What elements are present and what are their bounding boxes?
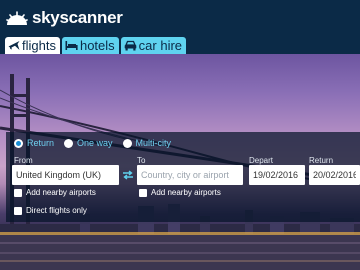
vertical-tabs: flights hotels car hire bbox=[5, 37, 187, 54]
tab-hotels[interactable]: hotels bbox=[61, 37, 119, 54]
logo[interactable]: skyscanner bbox=[6, 8, 123, 28]
swap-arrows-icon[interactable] bbox=[122, 169, 134, 181]
add-nearby-from-checkbox[interactable]: Add nearby airports bbox=[14, 188, 96, 197]
return-label: Return bbox=[309, 156, 334, 165]
tab-flights[interactable]: flights bbox=[5, 37, 60, 54]
tab-flights-label: flights bbox=[22, 38, 56, 53]
tab-car-hire-label: car hire bbox=[138, 38, 183, 53]
depart-date-field[interactable] bbox=[249, 165, 305, 185]
radio-dot bbox=[122, 138, 132, 148]
radio-one-way-label: One way bbox=[77, 138, 113, 148]
site-header: skyscanner flights hotels car hire bbox=[0, 0, 360, 54]
checkbox-box bbox=[14, 206, 22, 215]
return-date-field[interactable] bbox=[309, 165, 360, 185]
to-label: To bbox=[137, 156, 146, 165]
flight-search-panel: Return One way Multi-city From To Depart… bbox=[6, 132, 360, 222]
from-field[interactable] bbox=[12, 165, 119, 185]
from-label: From bbox=[14, 156, 33, 165]
checkbox-box bbox=[139, 188, 147, 197]
direct-flights-checkbox[interactable]: Direct flights only bbox=[14, 206, 87, 215]
tab-hotels-label: hotels bbox=[79, 38, 115, 53]
checkbox-box bbox=[14, 188, 22, 197]
radio-multi-city[interactable]: Multi-city bbox=[122, 138, 172, 148]
radio-return-label: Return bbox=[27, 138, 55, 148]
radio-dot bbox=[14, 138, 23, 148]
tab-car-hire[interactable]: car hire bbox=[120, 37, 187, 54]
to-field[interactable] bbox=[137, 165, 243, 185]
bed-icon bbox=[65, 41, 78, 50]
brand-name: skyscanner bbox=[32, 8, 123, 27]
add-nearby-from-label: Add nearby airports bbox=[26, 188, 96, 197]
radio-return[interactable]: Return bbox=[14, 138, 54, 148]
direct-flights-label: Direct flights only bbox=[26, 206, 87, 215]
radio-one-way[interactable]: One way bbox=[64, 138, 113, 148]
plane-icon bbox=[8, 41, 20, 50]
depart-label: Depart bbox=[249, 156, 274, 165]
radio-dot bbox=[64, 138, 74, 148]
add-nearby-to-label: Add nearby airports bbox=[151, 188, 221, 197]
sunrise-logo-icon bbox=[6, 11, 28, 25]
add-nearby-to-checkbox[interactable]: Add nearby airports bbox=[139, 188, 221, 197]
radio-multi-city-label: Multi-city bbox=[135, 138, 172, 148]
car-icon bbox=[124, 40, 136, 51]
trip-type-radios: Return One way Multi-city bbox=[14, 138, 181, 148]
